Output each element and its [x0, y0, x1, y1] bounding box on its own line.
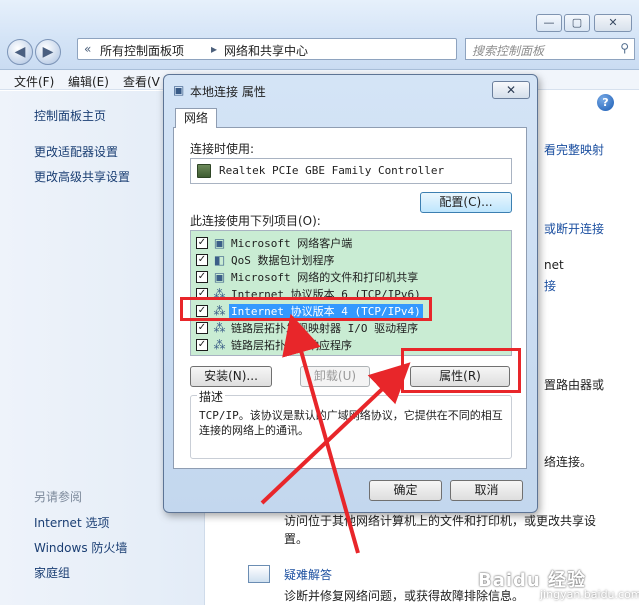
- item-label: QoS 数据包计划程序: [231, 254, 335, 267]
- menu-file[interactable]: 文件(F): [14, 73, 54, 90]
- network-client-icon: ▣: [213, 236, 226, 250]
- network-adapter-icon: ▣: [173, 83, 185, 97]
- router-text-fragment: 置路由器或: [544, 378, 605, 392]
- window-close-button[interactable]: ✕: [594, 14, 632, 32]
- nav-chevron-icon: «: [84, 42, 92, 56]
- breadcrumb-separator-icon: ▸: [211, 42, 218, 56]
- ok-button[interactable]: 确定: [369, 480, 442, 501]
- forward-button[interactable]: ▶: [35, 39, 61, 65]
- search-input[interactable]: 搜索控制面板 ⚲: [465, 38, 635, 60]
- breadcrumb-all-items[interactable]: 所有控制面板项: [100, 42, 184, 59]
- connection-items-list[interactable]: ✓ ▣ Microsoft 网络客户端 ✓ ◧ QoS 数据包计划程序 ✓ ▣ Microsof…: [190, 230, 512, 356]
- item-checkbox[interactable]: ✓: [196, 254, 208, 266]
- item-label: 链路层拓扑发现映射器 I/O 驱动程序: [231, 322, 419, 335]
- address-bar[interactable]: « 所有控制面板项 ▸ 网络和共享中心: [77, 38, 457, 60]
- see-also-title: 另请参阅: [34, 490, 83, 504]
- dialog-close-button[interactable]: ✕: [492, 81, 530, 99]
- item-label: 链路层拓扑发现响应程序: [231, 339, 352, 352]
- internet-options-link[interactable]: Internet 选项: [34, 514, 109, 531]
- maximize-button[interactable]: ▢: [564, 14, 590, 32]
- help-icon[interactable]: ?: [597, 94, 614, 111]
- install-button[interactable]: 安装(N)...: [190, 366, 272, 387]
- local-connection-properties-dialog: ▣ 本地连接 属性 ✕ 网络 连接时使用: Realtek PCIe GBE F…: [163, 74, 538, 513]
- description-title: 描述: [197, 388, 226, 405]
- connect-disconnect-link[interactable]: 或断开连接: [544, 220, 604, 237]
- sharing-description: 访问位于其他网络计算机上的文件和打印机，或更改共享设: [284, 514, 597, 528]
- change-advanced-sharing-link[interactable]: 更改高级共享设置: [34, 168, 130, 185]
- list-item[interactable]: ✓ ▣ Microsoft 网络的文件和打印机共享: [191, 269, 511, 286]
- list-item[interactable]: ✓ ◧ QoS 数据包计划程序: [191, 252, 511, 269]
- items-label: 此连接使用下列项目(O):: [190, 214, 321, 228]
- connection-link-fragment[interactable]: 接: [544, 277, 556, 294]
- full-map-link[interactable]: 看完整映射: [544, 141, 604, 158]
- list-item[interactable]: ✓ ▣ Microsoft 网络客户端: [191, 235, 511, 252]
- dialog-title: 本地连接 属性: [190, 85, 266, 99]
- menu-view[interactable]: 查看(V: [123, 73, 160, 90]
- watermark-url: jingyan.baidu.com: [540, 588, 639, 601]
- item-checkbox[interactable]: ✓: [196, 339, 208, 351]
- protocol-icon: ⁂: [213, 338, 226, 352]
- windows-firewall-link[interactable]: Windows 防火墙: [34, 539, 127, 556]
- troubleshoot-link[interactable]: 疑难解答: [284, 566, 332, 583]
- breadcrumb-network-center[interactable]: 网络和共享中心: [224, 42, 308, 59]
- protocol-icon: ⁂: [213, 321, 226, 335]
- search-placeholder: 搜索控制面板: [472, 44, 545, 58]
- configure-button[interactable]: 配置(C)...: [420, 192, 512, 213]
- highlight-ipv4-box: [180, 297, 432, 321]
- connection-text-fragment: 络连接。: [544, 455, 593, 469]
- description-group: 描述 TCP/IP。该协议是默认的广域网络协议，它提供在不同的相互连接的网络上的…: [190, 388, 512, 459]
- menu-edit[interactable]: 编辑(E): [68, 73, 109, 90]
- change-adapter-settings-link[interactable]: 更改适配器设置: [34, 143, 118, 160]
- highlight-properties-box: [401, 348, 521, 393]
- uninstall-button: 卸载(U): [300, 366, 370, 387]
- file-share-icon: ▣: [213, 270, 226, 284]
- network-name-fragment: net: [544, 258, 564, 272]
- minimize-button[interactable]: —: [536, 14, 562, 32]
- title-area: — ▢ ✕ ◀ ▶ « 所有控制面板项 ▸ 网络和共享中心 搜索控制面板 ⚲: [0, 0, 639, 70]
- adapter-icon: [197, 164, 211, 178]
- item-checkbox[interactable]: ✓: [196, 322, 208, 334]
- item-label: Microsoft 网络客户端: [231, 237, 353, 250]
- homegroup-link[interactable]: 家庭组: [34, 564, 70, 581]
- item-checkbox[interactable]: ✓: [196, 271, 208, 283]
- list-item[interactable]: ✓ ⁂ 链路层拓扑发现映射器 I/O 驱动程序: [191, 320, 511, 337]
- sharing-description-tail: 置。: [284, 532, 309, 546]
- adapter-field: Realtek PCIe GBE Family Controller: [190, 158, 512, 184]
- description-text: TCP/IP。该协议是默认的广域网络协议，它提供在不同的相互连接的网络上的通讯。: [199, 409, 503, 437]
- troubleshoot-icon: [248, 565, 270, 583]
- qos-icon: ◧: [213, 253, 226, 267]
- search-icon: ⚲: [620, 41, 629, 55]
- cancel-button[interactable]: 取消: [450, 480, 523, 501]
- control-panel-home-link[interactable]: 控制面板主页: [34, 107, 106, 124]
- item-label: Microsoft 网络的文件和打印机共享: [231, 271, 419, 284]
- back-button[interactable]: ◀: [7, 39, 33, 65]
- adapter-name: Realtek PCIe GBE Family Controller: [219, 164, 445, 177]
- connect-using-label: 连接时使用:: [190, 142, 255, 156]
- tab-network[interactable]: 网络: [175, 108, 217, 128]
- item-checkbox[interactable]: ✓: [196, 237, 208, 249]
